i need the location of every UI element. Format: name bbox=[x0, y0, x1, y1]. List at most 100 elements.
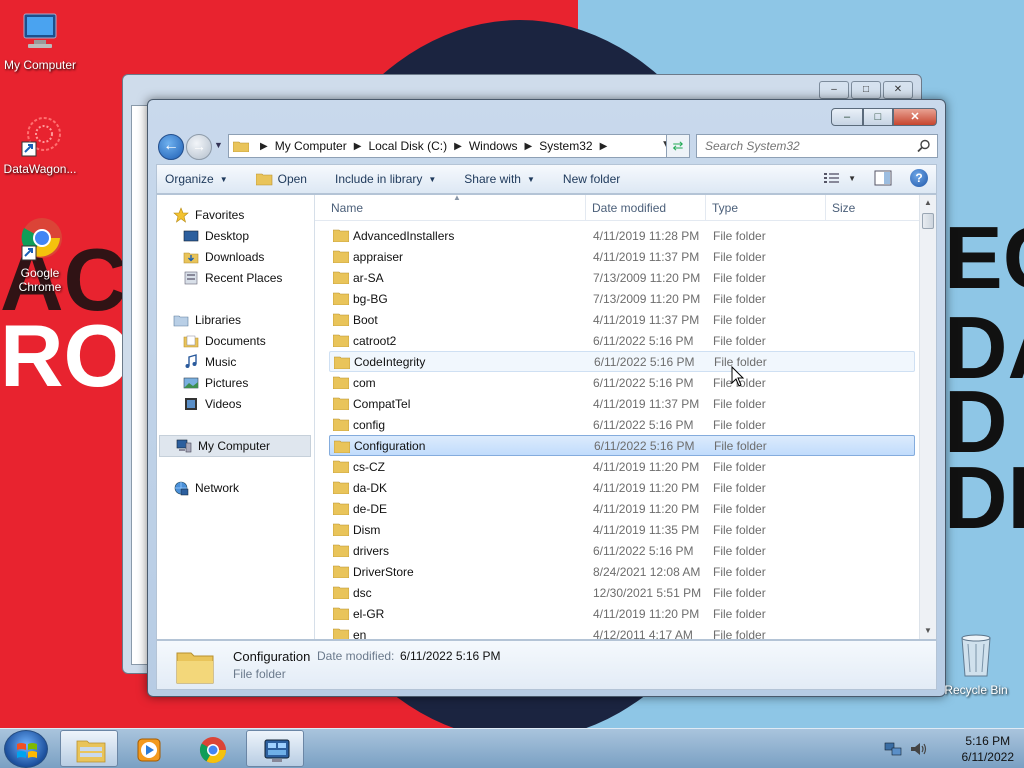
nav-desktop[interactable]: Desktop bbox=[183, 228, 249, 244]
column-header-date[interactable]: Date modified bbox=[592, 201, 666, 215]
taskbar-chrome-button[interactable] bbox=[184, 730, 242, 767]
desktop-icon-recycle-bin[interactable]: Recycle Bin bbox=[944, 630, 1008, 697]
forward-button[interactable]: → bbox=[186, 134, 212, 160]
column-divider[interactable] bbox=[585, 195, 586, 221]
file-row[interactable]: CompatTel 4/11/2019 11:37 PM File folder bbox=[315, 393, 919, 414]
file-date: 6/11/2022 5:16 PM bbox=[593, 333, 694, 348]
file-row[interactable]: catroot2 6/11/2022 5:16 PM File folder bbox=[315, 330, 919, 351]
file-row-hovered[interactable]: CodeIntegrity 6/11/2022 5:16 PM File folde… bbox=[329, 351, 915, 372]
background-maximize-button[interactable]: □ bbox=[851, 81, 881, 99]
details-date-value: 6/11/2022 5:16 PM bbox=[400, 649, 501, 663]
mouse-cursor-icon bbox=[731, 366, 745, 387]
file-row[interactable]: config 6/11/2022 5:16 PM File folder bbox=[315, 414, 919, 435]
desktop-icon-my-computer[interactable]: My Computer bbox=[0, 8, 80, 72]
open-button[interactable]: Open bbox=[255, 172, 307, 186]
chevron-right-icon[interactable]: ▶ bbox=[260, 141, 268, 152]
file-row[interactable]: appraiser 4/11/2019 11:37 PM File folder bbox=[315, 246, 919, 267]
background-minimize-button[interactable]: – bbox=[819, 81, 849, 99]
share-with-button[interactable]: Share with ▼ bbox=[464, 172, 535, 186]
nav-documents[interactable]: Documents bbox=[183, 333, 266, 349]
nav-recent-places[interactable]: Recent Places bbox=[183, 270, 282, 286]
details-name: Configuration bbox=[233, 649, 311, 664]
chevron-right-icon[interactable]: ▶ bbox=[600, 141, 608, 152]
column-header-name[interactable]: Name bbox=[331, 201, 363, 215]
refresh-button[interactable]: ⇄ bbox=[666, 134, 690, 158]
column-divider[interactable] bbox=[705, 195, 706, 221]
start-button[interactable] bbox=[4, 730, 48, 768]
file-type: File folder bbox=[713, 291, 766, 306]
nav-favorites[interactable]: Favorites bbox=[173, 207, 244, 223]
vertical-scrollbar[interactable]: ▲ ▼ bbox=[919, 195, 936, 639]
file-row-selected[interactable]: Configuration 6/11/2022 5:16 PM File folde… bbox=[329, 435, 915, 456]
file-list: ▲ Name Date modified Type Size AdvancedI… bbox=[315, 195, 919, 639]
chevron-right-icon[interactable]: ▶ bbox=[454, 141, 462, 152]
file-type: File folder bbox=[713, 228, 766, 243]
organize-button[interactable]: Organize ▼ bbox=[165, 172, 228, 186]
search-icon[interactable] bbox=[917, 139, 931, 153]
recent-pages-dropdown[interactable]: ▼ bbox=[214, 140, 223, 150]
include-in-library-button[interactable]: Include in library ▼ bbox=[335, 172, 436, 186]
scroll-up-icon[interactable]: ▲ bbox=[920, 195, 936, 211]
file-row[interactable]: el-GR 4/11/2019 11:20 PM File folder bbox=[315, 603, 919, 624]
file-row[interactable]: da-DK 4/11/2019 11:20 PM File folder bbox=[315, 477, 919, 498]
background-close-button[interactable]: ✕ bbox=[883, 81, 913, 99]
column-header-size[interactable]: Size bbox=[832, 201, 855, 215]
explorer-window[interactable]: – □ ✕ ← → ▼ ▶ My Computer ▶ Local Disk (… bbox=[147, 99, 946, 697]
volume-icon[interactable] bbox=[910, 741, 928, 757]
breadcrumb-system32[interactable]: System32 bbox=[539, 139, 592, 153]
nav-my-computer[interactable]: My Computer bbox=[159, 435, 311, 457]
file-row[interactable]: drivers 6/11/2022 5:16 PM File folder bbox=[315, 540, 919, 561]
computer-icon bbox=[23, 13, 57, 48]
file-row[interactable]: DriverStore 8/24/2021 12:08 AM File folder bbox=[315, 561, 919, 582]
file-row[interactable]: ar-SA 7/13/2009 11:20 PM File folder bbox=[315, 267, 919, 288]
file-type: File folder bbox=[713, 627, 766, 640]
file-row[interactable]: dsc 12/30/2021 5:51 PM File folder bbox=[315, 582, 919, 603]
scroll-down-icon[interactable]: ▼ bbox=[920, 623, 936, 639]
file-row[interactable]: com 6/11/2022 5:16 PM File folder bbox=[315, 372, 919, 393]
close-button[interactable]: ✕ bbox=[893, 108, 937, 126]
file-row[interactable]: AdvancedInstallers 4/11/2019 11:28 PM File… bbox=[315, 225, 919, 246]
desktop-icon-google-chrome[interactable]: Google Chrome bbox=[0, 216, 80, 294]
nav-pictures[interactable]: Pictures bbox=[183, 375, 248, 391]
minimize-button[interactable]: – bbox=[831, 108, 863, 126]
change-view-button[interactable]: ▼ bbox=[824, 172, 856, 184]
address-bar[interactable]: ▶ My Computer ▶ Local Disk (C:) ▶ Window… bbox=[228, 134, 676, 158]
desktop-icon-datawagon[interactable]: DataWagon... bbox=[0, 112, 80, 176]
chevron-right-icon[interactable]: ▶ bbox=[354, 141, 362, 152]
taskbar-clock[interactable]: 5:16 PM 6/11/2022 bbox=[962, 733, 1015, 765]
breadcrumb: ▶ My Computer ▶ Local Disk (C:) ▶ Window… bbox=[253, 139, 614, 153]
network-icon[interactable] bbox=[884, 741, 902, 757]
breadcrumb-my-computer[interactable]: My Computer bbox=[275, 139, 347, 153]
breadcrumb-windows[interactable]: Windows bbox=[469, 139, 518, 153]
help-icon[interactable]: ? bbox=[910, 169, 928, 187]
nav-libraries[interactable]: Libraries bbox=[173, 312, 241, 328]
new-folder-button[interactable]: New folder bbox=[563, 172, 620, 186]
file-row[interactable]: Boot 4/11/2019 11:37 PM File folder bbox=[315, 309, 919, 330]
column-divider[interactable] bbox=[825, 195, 826, 221]
column-header-type[interactable]: Type bbox=[712, 201, 738, 215]
search-input[interactable] bbox=[697, 135, 907, 157]
maximize-button[interactable]: □ bbox=[863, 108, 893, 126]
view-dropdown-icon: ▼ bbox=[848, 173, 856, 183]
file-row[interactable]: de-DE 4/11/2019 11:20 PM File folder bbox=[315, 498, 919, 519]
desktop-icon-label: My Computer bbox=[3, 58, 77, 72]
file-row[interactable]: Dism 4/11/2019 11:35 PM File folder bbox=[315, 519, 919, 540]
back-button[interactable]: ← bbox=[158, 134, 184, 160]
nav-downloads[interactable]: Downloads bbox=[183, 249, 264, 265]
file-row[interactable]: cs-CZ 4/11/2019 11:20 PM File folder bbox=[315, 456, 919, 477]
nav-network[interactable]: Network bbox=[173, 480, 239, 496]
taskbar-media-player-button[interactable] bbox=[120, 730, 178, 767]
search-box[interactable] bbox=[696, 134, 938, 158]
file-row[interactable]: bg-BG 7/13/2009 11:20 PM File folder bbox=[315, 288, 919, 309]
nav-music[interactable]: Music bbox=[183, 354, 236, 370]
chevron-right-icon[interactable]: ▶ bbox=[525, 141, 533, 152]
breadcrumb-local-disk[interactable]: Local Disk (C:) bbox=[368, 139, 447, 153]
preview-pane-icon[interactable] bbox=[874, 170, 892, 186]
nav-videos[interactable]: Videos bbox=[183, 396, 241, 412]
chrome-icon bbox=[199, 737, 227, 764]
scrollbar-thumb[interactable] bbox=[922, 213, 934, 229]
file-type: File folder bbox=[713, 459, 766, 474]
taskbar-explorer-button[interactable] bbox=[60, 730, 118, 767]
taskbar-control-panel-button[interactable] bbox=[246, 730, 304, 767]
file-row[interactable]: en 4/12/2011 4:17 AM File folder bbox=[315, 624, 919, 639]
